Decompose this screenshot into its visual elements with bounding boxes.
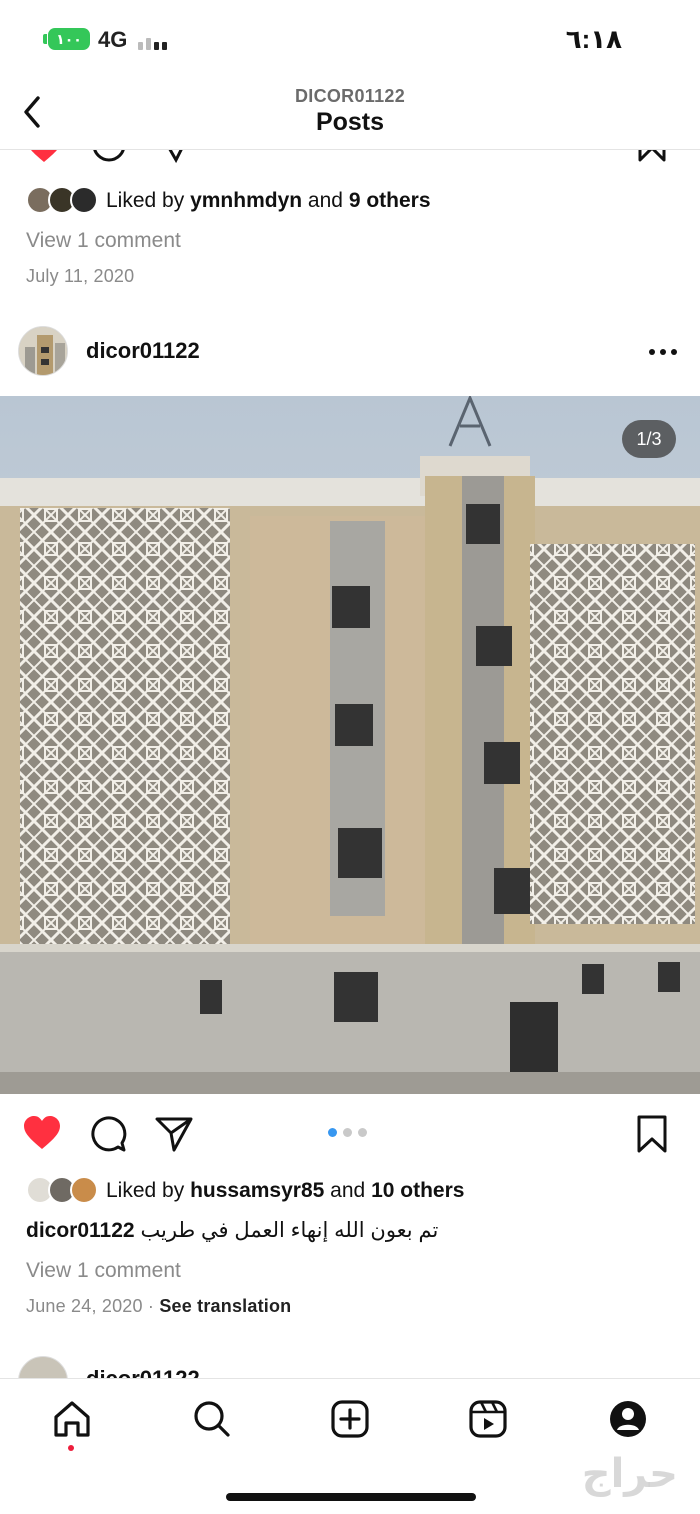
- nav-search[interactable]: [190, 1397, 234, 1441]
- more-options-button[interactable]: [648, 338, 678, 366]
- post-date: July 11, 2020: [26, 266, 135, 286]
- battery-tip: [43, 34, 47, 44]
- avatar-image: [19, 327, 67, 375]
- bottom-navigation: حراج: [0, 1378, 700, 1514]
- network-type: 4G: [98, 27, 128, 52]
- header: DICOR01122 Posts: [0, 78, 700, 150]
- view-comments-link[interactable]: View 1 comment: [26, 1259, 181, 1283]
- post-likes[interactable]: Liked by hussamsyr85 and 10 others: [26, 1174, 464, 1208]
- search-icon: [194, 1401, 230, 1437]
- post-caption: dicor01122 تم بعون الله إنهاء العمل في ط…: [26, 1218, 438, 1243]
- view-comments-link[interactable]: View 1 comment: [26, 229, 181, 253]
- comment-icon[interactable]: [90, 150, 128, 164]
- clock: ٦:١٨: [565, 24, 622, 54]
- post-username[interactable]: dicor01122: [86, 338, 200, 364]
- battery-indicator: ١٠٠: [48, 28, 90, 50]
- caption-text: تم بعون الله إنهاء العمل في طريب: [140, 1219, 439, 1242]
- save-button[interactable]: [634, 1114, 674, 1154]
- previous-post-likes[interactable]: Liked by ymnhmdyn and 9 others: [26, 184, 431, 218]
- status-bar: ١٠٠ 4G ٦:١٨: [0, 0, 700, 78]
- nav-reels[interactable]: [466, 1397, 510, 1441]
- post-date-row: June 24, 2020 · See translation: [26, 1296, 291, 1317]
- create-icon: [331, 1400, 369, 1438]
- bookmark-icon[interactable]: [636, 150, 668, 162]
- previous-post-action-row: [0, 150, 700, 164]
- page-title: Posts: [315, 108, 385, 136]
- comment-button[interactable]: [88, 1114, 128, 1154]
- liked-by-and: and: [330, 1179, 366, 1202]
- signal-icon: [138, 30, 172, 50]
- date-separator: ·: [147, 1296, 155, 1316]
- post-date: June 24, 2020: [26, 1296, 143, 1316]
- avatar[interactable]: [18, 1356, 68, 1380]
- liked-by-user[interactable]: hussamsyr85: [190, 1179, 324, 1203]
- profile-icon: [610, 1401, 646, 1437]
- post-header: dicor01122: [0, 322, 700, 382]
- heart-icon[interactable]: [24, 150, 64, 164]
- carousel-dot: [358, 1128, 367, 1137]
- caption-username[interactable]: dicor01122: [26, 1219, 135, 1242]
- header-account-name: DICOR01122: [294, 86, 406, 106]
- liked-by-others[interactable]: 10 others: [371, 1179, 464, 1203]
- reels-icon: [469, 1400, 507, 1438]
- more-icon: [649, 349, 677, 355]
- bookmark-icon: [637, 1115, 667, 1153]
- share-icon[interactable]: [156, 150, 194, 164]
- liked-by-prefix: Liked by: [106, 189, 185, 212]
- notification-dot: [68, 1445, 74, 1451]
- avatar: [70, 186, 98, 214]
- building-photo: [0, 396, 700, 1094]
- nav-home[interactable]: [50, 1397, 94, 1441]
- carousel-dot: [328, 1128, 337, 1137]
- home-icon: [54, 1401, 90, 1437]
- see-translation-link[interactable]: See translation: [159, 1296, 291, 1316]
- watermark-logo: حراج: [581, 1452, 678, 1496]
- liked-by-user[interactable]: ymnhmdyn: [190, 189, 302, 213]
- post-action-row: [0, 1110, 700, 1160]
- next-post-header: dicor01122: [0, 1356, 700, 1380]
- carousel-dot: [343, 1128, 352, 1137]
- avatar[interactable]: [18, 326, 68, 376]
- liked-by-and: and: [307, 189, 343, 212]
- liker-avatars: [26, 1176, 102, 1206]
- carousel-indicator: [328, 1128, 367, 1137]
- share-button[interactable]: [154, 1114, 194, 1154]
- liked-by-others[interactable]: 9 others: [349, 189, 431, 213]
- comment-icon: [91, 1116, 127, 1152]
- home-indicator[interactable]: [226, 1493, 476, 1501]
- liked-by-prefix: Liked by: [106, 1179, 185, 1202]
- heart-icon: [24, 1116, 60, 1149]
- nav-create[interactable]: [328, 1397, 372, 1441]
- image-counter: 1/3: [622, 420, 676, 458]
- liker-avatars: [26, 186, 102, 216]
- post-image[interactable]: 1/3: [0, 396, 700, 1094]
- avatar: [70, 1176, 98, 1204]
- share-icon: [155, 1117, 193, 1152]
- like-button[interactable]: [22, 1114, 62, 1154]
- nav-profile[interactable]: [606, 1397, 650, 1441]
